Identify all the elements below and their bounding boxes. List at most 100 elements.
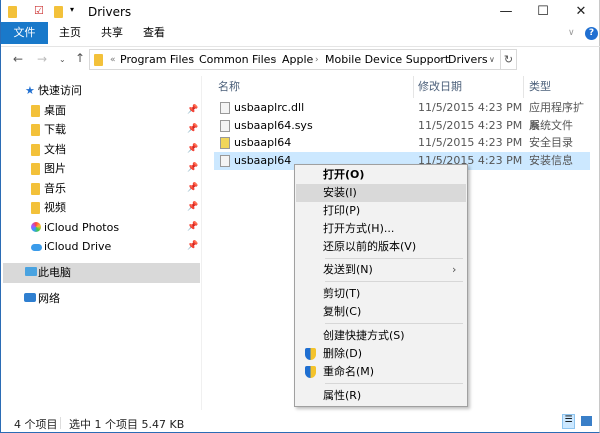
menu-open-with[interactable]: 打开方式(H)... <box>296 220 466 238</box>
security-catalog-icon <box>220 137 230 149</box>
status-item-count: 4 个项目 <box>14 418 58 431</box>
breadcrumb-common-files[interactable]: Common Files <box>199 53 276 66</box>
desktop-folder-icon <box>31 105 40 117</box>
pin-icon[interactable]: 📌 <box>187 159 198 178</box>
dll-file-icon <box>220 102 230 114</box>
nav-music[interactable]: 音乐 📌 <box>1 179 200 198</box>
nav-quick-access[interactable]: ★ 快速访问 <box>1 81 200 100</box>
setup-info-icon <box>220 155 230 167</box>
file-row[interactable]: usbaaplrc.dll 11/5/2015 4:23 PM 应用程序扩展 <box>214 99 590 132</box>
menu-rename[interactable]: 重命名(M) <box>296 363 466 381</box>
nav-desktop[interactable]: 桌面 📌 <box>1 101 200 120</box>
menu-send-to[interactable]: 发送到(N) › <box>296 261 466 279</box>
menu-copy[interactable]: 复制(C) <box>296 303 466 321</box>
column-divider[interactable] <box>523 76 524 98</box>
file-row[interactable]: usbaapl64.sys 11/5/2015 4:23 PM 系统文件 <box>214 117 590 135</box>
chevron-right-icon: › <box>315 55 319 65</box>
context-menu: 打开(O) 安装(I) 打印(P) 打开方式(H)... 还原以前的版本(V) … <box>294 164 468 407</box>
nav-this-pc[interactable]: 此电脑 <box>3 263 200 283</box>
nav-pictures[interactable]: 图片 📌 <box>1 159 200 178</box>
documents-folder-icon <box>31 144 40 156</box>
breadcrumb-program-files[interactable]: Program Files <box>120 53 194 66</box>
pin-icon[interactable]: 📌 <box>187 237 198 256</box>
details-view-button[interactable]: ☰ <box>562 414 575 429</box>
file-row[interactable]: usbaapl64 11/5/2015 4:23 PM 安全目录 <box>214 134 590 152</box>
sys-file-icon <box>220 120 230 132</box>
maximize-button[interactable]: ☐ <box>528 4 558 19</box>
menu-separator <box>325 258 463 259</box>
menu-cut[interactable]: 剪切(T) <box>296 285 466 303</box>
menu-separator <box>325 323 463 324</box>
status-divider <box>60 417 61 429</box>
chevron-right-icon: › <box>439 55 443 65</box>
properties-icon[interactable]: ☑ <box>34 4 44 17</box>
tab-view[interactable]: 查看 <box>135 22 173 44</box>
menu-separator <box>325 281 463 282</box>
expand-ribbon-icon[interactable]: ∨ <box>568 28 575 38</box>
nav-icloud-drive[interactable]: iCloud Drive 📌 <box>1 237 200 256</box>
nav-network[interactable]: 网络 <box>1 289 200 308</box>
navigation-pane: ★ 快速访问 桌面 📌 下载 📌 文档 📌 图片 📌 音乐 📌 视频 📌 iCloud Pho… <box>1 80 201 410</box>
new-folder-icon[interactable] <box>54 6 63 18</box>
large-icons-view-button[interactable] <box>581 416 592 426</box>
column-divider[interactable] <box>413 76 414 98</box>
menu-properties[interactable]: 属性(R) <box>296 387 466 405</box>
menu-install[interactable]: 安装(I) <box>296 184 466 202</box>
icloud-photos-icon <box>31 222 41 232</box>
pin-icon[interactable]: 📌 <box>187 101 198 120</box>
explorer-window: ☑ ▾ Drivers — ☐ ✕ 文件 主页 共享 查看 ∨ ? ← → ⌄ … <box>0 0 600 433</box>
pin-icon[interactable]: 📌 <box>187 120 198 139</box>
tab-share[interactable]: 共享 <box>93 22 131 44</box>
music-folder-icon <box>31 183 40 195</box>
up-button[interactable]: ↑ <box>75 51 85 65</box>
back-button[interactable]: ← <box>13 52 23 66</box>
forward-button[interactable]: → <box>37 52 47 66</box>
pin-icon[interactable]: 📌 <box>187 179 198 198</box>
chevron-icon: « <box>110 55 116 65</box>
menu-open[interactable]: 打开(O) <box>296 166 466 184</box>
close-button[interactable]: ✕ <box>566 4 596 19</box>
minimize-button[interactable]: — <box>491 4 521 19</box>
address-folder-icon <box>94 54 103 66</box>
uac-shield-icon <box>305 366 316 378</box>
column-header-date[interactable]: 修改日期 <box>418 78 462 94</box>
breadcrumb-apple[interactable]: Apple <box>282 53 313 66</box>
menu-delete[interactable]: 删除(D) <box>296 345 466 363</box>
nav-icloud-photos[interactable]: iCloud Photos 📌 <box>1 218 200 237</box>
address-dropdown-icon[interactable]: ∨ <box>489 55 495 64</box>
menu-print[interactable]: 打印(P) <box>296 202 466 220</box>
menu-separator <box>325 383 463 384</box>
tab-file[interactable]: 文件 <box>1 22 48 44</box>
folder-icon <box>8 6 17 18</box>
pin-icon[interactable]: 📌 <box>187 198 198 217</box>
pane-divider[interactable] <box>201 76 202 410</box>
help-icon[interactable]: ? <box>585 27 598 40</box>
pictures-folder-icon <box>31 163 40 175</box>
uac-shield-icon <box>305 348 316 360</box>
status-selection: 选中 1 个项目 5.47 KB <box>69 418 185 431</box>
download-folder-icon <box>31 124 40 136</box>
pin-icon[interactable]: 📌 <box>187 140 198 159</box>
chevron-right-icon: › <box>452 263 457 276</box>
star-icon: ★ <box>25 84 35 97</box>
computer-icon <box>25 267 37 276</box>
network-icon <box>24 293 36 302</box>
nav-videos[interactable]: 视频 📌 <box>1 198 200 217</box>
customize-toolbar-icon[interactable]: ▾ <box>70 5 74 14</box>
chevron-right-icon: › <box>190 55 194 65</box>
recent-locations-icon[interactable]: ⌄ <box>59 55 66 64</box>
ribbon-divider <box>1 46 600 47</box>
breadcrumb-mobile-device-support[interactable]: Mobile Device Support <box>325 53 449 66</box>
nav-downloads[interactable]: 下载 📌 <box>1 120 200 139</box>
column-header-type[interactable]: 类型 <box>529 78 551 94</box>
column-header-name[interactable]: 名称 <box>218 78 240 94</box>
breadcrumb-drivers[interactable]: Drivers <box>448 53 488 66</box>
menu-restore-versions[interactable]: 还原以前的版本(V) <box>296 238 466 256</box>
refresh-button[interactable]: ↻ <box>500 49 517 70</box>
menu-create-shortcut[interactable]: 创建快捷方式(S) <box>296 327 466 345</box>
icloud-drive-icon <box>31 244 42 251</box>
pin-icon[interactable]: 📌 <box>187 218 198 237</box>
tab-home[interactable]: 主页 <box>51 22 89 44</box>
nav-documents[interactable]: 文档 📌 <box>1 140 200 159</box>
video-folder-icon <box>31 202 40 214</box>
